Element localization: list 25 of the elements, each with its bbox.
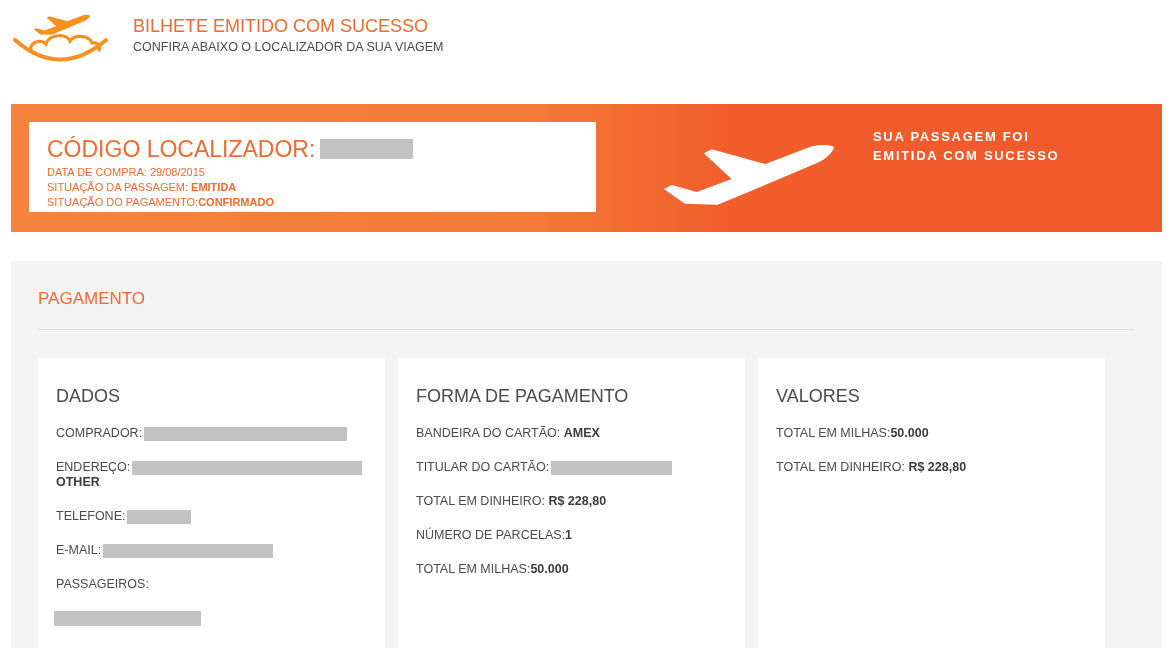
purchase-detail: SITUAÇÃO DO PAGAMENTO:CONFIRMADO (47, 195, 275, 210)
section-title: PAGAMENTO (38, 289, 147, 309)
field-text: NÚMERO DE PARCELAS:1 (416, 528, 573, 543)
card-title: FORMA DE PAGAMENTO (416, 386, 630, 406)
field-value: OTHER (56, 475, 101, 490)
card-title: DADOS (56, 386, 121, 406)
card-title: VALORES (776, 386, 861, 406)
field-text: BANDEIRA DO CARTÃO: AMEX (416, 426, 600, 441)
field-text: TOTAL EM MILHAS:50.000 (776, 426, 929, 441)
field-text: TOTAL EM DINHEIRO: R$ 228,80 (416, 494, 607, 509)
page-title: BILHETE EMITIDO COM SUCESSO (133, 15, 430, 37)
field-text: TOTAL EM DINHEIRO: R$ 228,80 (776, 460, 967, 475)
field-text: TELEFONE: (56, 509, 126, 524)
purchase-detail: DATA DE COMPRA: 29/08/2015 (47, 165, 206, 180)
field-text: COMPRADOR: (56, 426, 143, 441)
success-message: SUA PASSAGEM FOI EMITIDA COM SUCESSO (873, 128, 1060, 165)
field-text: TOTAL EM MILHAS:50.000 (416, 562, 569, 577)
field-text: E-MAIL: (56, 543, 102, 558)
page-subtitle: CONFIRA ABAIXO O LOCALIZADOR DA SUA VIAGEM (133, 40, 444, 55)
purchase-detail: SITUAÇÃO DA PASSAGEM: EMITIDA (47, 180, 238, 195)
field-text: ENDEREÇO: (56, 460, 131, 475)
field-text: TITULAR DO CARTÃO: (416, 460, 550, 475)
field-text: PASSAGEIROS: (56, 577, 149, 592)
locator-label: CÓDIGO LOCALIZADOR: (47, 136, 316, 162)
airplane-icon (662, 145, 835, 206)
